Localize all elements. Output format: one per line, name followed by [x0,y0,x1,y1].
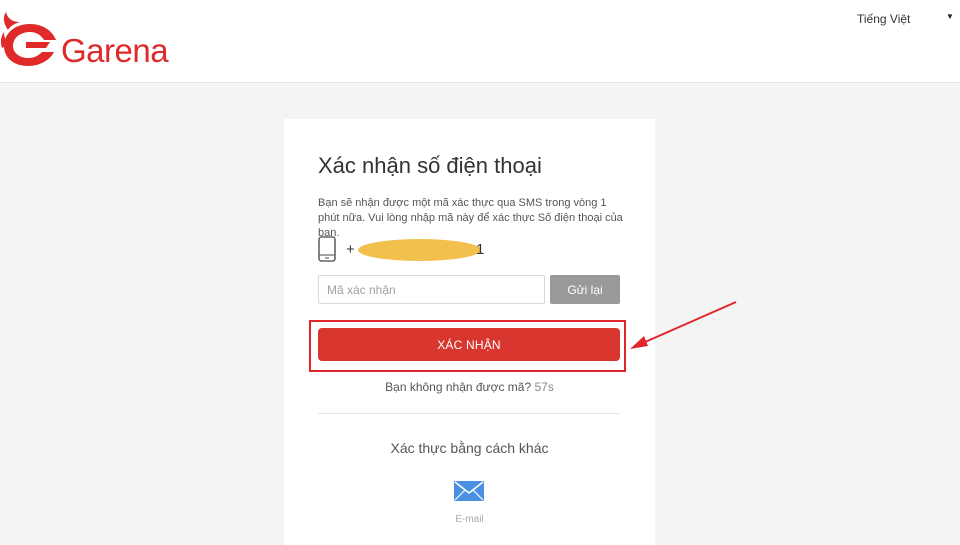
confirm-button[interactable]: XÁC NHẬN [318,328,620,361]
phone-icon [318,236,336,262]
no-code-message: Bạn không nhận được mã? 57s [284,380,655,394]
language-label: Tiếng Việt [857,12,911,26]
caret-down-icon: ▼ [946,12,954,21]
divider [318,413,620,414]
description-text: Bạn sẽ nhận được một mã xác thực qua SMS… [318,197,623,239]
no-code-text: Bạn không nhận được mã? [385,380,532,394]
phone-number-suffix: 1 [476,241,485,258]
phone-number-row: + 1 [318,236,518,262]
garena-logo-icon [0,12,56,66]
verification-code-input[interactable] [318,275,545,304]
email-icon[interactable] [454,481,484,501]
header: Garena Tiếng Việt ▼ [0,0,960,83]
annotation-arrow [630,301,737,349]
garena-logo[interactable]: Garena [0,8,180,70]
resend-button[interactable]: Gửi lại [550,275,620,304]
alternative-verification-title: Xác thực bằng cách khác [390,440,549,456]
phone-number-prefix: + [346,241,355,258]
resend-timer: 57s [534,380,554,394]
verify-phone-card: Xác nhận số điện thoại Bạn sẽ nhận được … [284,119,655,545]
email-option-label[interactable]: E-mail [284,514,655,525]
phone-number-redacted [358,239,481,261]
language-selector[interactable]: Tiếng Việt ▼ [857,12,954,26]
brand-name: Garena [61,32,169,69]
page-title: Xác nhận số điện thoại [318,153,542,178]
